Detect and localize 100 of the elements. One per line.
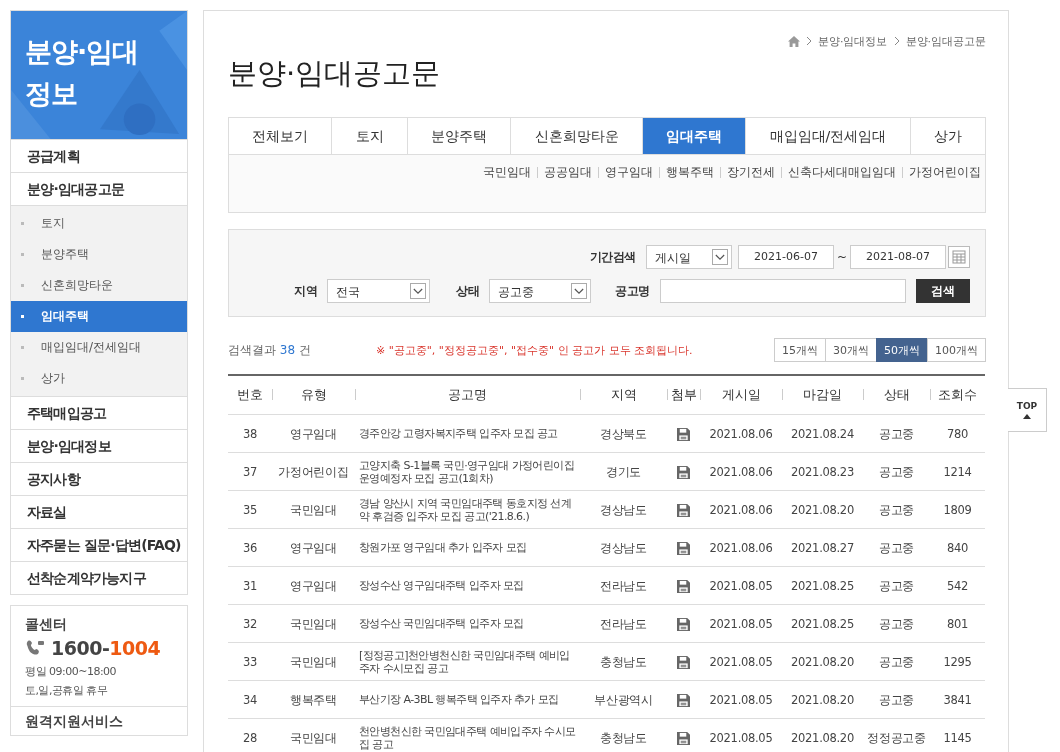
status-select[interactable]: 공고중: [489, 279, 591, 303]
period-select[interactable]: 게시일: [645, 245, 732, 269]
field-label: 상태: [456, 282, 479, 300]
remote-support-link[interactable]: 원격지원서비스: [11, 707, 187, 735]
notice-title-link[interactable]: 부산기장 A-3BL 행복주택 입주자 추가 모집: [359, 693, 578, 706]
chevron-icon: [806, 36, 812, 46]
subcategory-link[interactable]: 영구임대: [605, 164, 653, 181]
sidebar-item[interactable]: 분양·임대공고문: [10, 173, 188, 206]
column-header: 공고명: [448, 387, 487, 402]
table-cell: 가정어린이집: [278, 464, 349, 479]
subcategory-link[interactable]: 행복주택: [666, 164, 714, 181]
table-cell: 경상남도: [600, 540, 647, 555]
table-cell: 2021.08.06: [709, 464, 773, 479]
table-cell: 공고중: [878, 578, 915, 593]
table-cell: 37: [242, 464, 257, 479]
table-cell: 충청남도: [600, 730, 647, 745]
table-cell: 충청남도: [600, 654, 647, 669]
region-select[interactable]: 전국: [327, 279, 430, 303]
table-cell: 1145: [943, 730, 972, 745]
closed-text: 토,일,공휴일 휴무: [25, 683, 109, 699]
notice-title-link[interactable]: 경주안강 고령자복지주택 입주자 모집 공고: [359, 427, 578, 440]
breadcrumb-link[interactable]: 분양·임대공고문: [905, 33, 986, 49]
chevron-down-icon: [714, 253, 725, 261]
sidebar-subitem[interactable]: 상가: [11, 363, 187, 394]
sidebar-subitem[interactable]: 임대주택: [11, 301, 187, 332]
table-cell: 영구임대: [290, 426, 337, 441]
phone-number: 1600-1004: [51, 637, 161, 659]
sidebar-item[interactable]: 공급계획: [10, 140, 188, 173]
table-cell: 국민임대: [290, 654, 337, 669]
page-size-button[interactable]: 50개씩: [876, 338, 928, 362]
category-tab[interactable]: 임대주택: [641, 118, 746, 154]
table-cell: 1809: [943, 502, 972, 517]
sidebar-item[interactable]: 자주묻는 질문·답변(FAQ): [10, 529, 188, 562]
date-field[interactable]: 2021-08-07: [850, 245, 946, 269]
notice-title-link[interactable]: 장성수산 국민임대주택 입주자 모집: [359, 617, 578, 630]
field-label: 기간검색: [589, 248, 636, 266]
callcenter-title: 콜센터: [25, 616, 68, 634]
table-cell: 공고중: [878, 540, 915, 555]
notice-title-link[interactable]: 장성수산 영구임대주택 입주자 모집: [359, 579, 578, 592]
table-cell: 35: [242, 502, 257, 517]
title-search-field[interactable]: [659, 279, 906, 303]
range-separator: ~: [836, 250, 847, 264]
notice-title-link[interactable]: 고양지축 S-1블록 국민·영구임대 가정어린이집 운영예정자 모집 공고(1회차): [359, 458, 578, 485]
column-header: 상태: [883, 387, 910, 402]
table-cell: 공고중: [878, 616, 915, 631]
table-cell: 2021.08.25: [791, 578, 854, 593]
table-cell: 행복주택: [290, 692, 337, 707]
table-cell: 공고중: [878, 426, 915, 441]
subcategory-link[interactable]: 공공임대: [544, 164, 592, 181]
category-tab[interactable]: 분양주택: [406, 118, 511, 154]
sidebar-item[interactable]: 선착순계약가능지구: [10, 562, 188, 595]
home-icon[interactable]: [788, 35, 800, 47]
subcategory-link[interactable]: 국민임대: [483, 164, 531, 181]
table-cell: 경상북도: [600, 426, 647, 441]
table-cell: 2021.08.06: [709, 502, 773, 517]
breadcrumb-link[interactable]: 분양·임대정보: [818, 33, 888, 49]
table-cell: 공고중: [878, 502, 915, 517]
chevron-icon: [893, 36, 900, 46]
table-cell: 국민임대: [290, 616, 337, 631]
scroll-top-button[interactable]: TOP: [1008, 388, 1047, 432]
sidebar-item[interactable]: 주택매입공고: [10, 397, 188, 430]
subcategory-link[interactable]: 장기전세: [727, 164, 775, 181]
page-size-button[interactable]: 100개씩: [927, 338, 986, 362]
search-button[interactable]: 검색: [916, 279, 970, 303]
table-cell: 국민임대: [290, 502, 337, 517]
category-tab[interactable]: 신혼희망타운: [510, 118, 642, 154]
category-tab[interactable]: 전체보기: [229, 118, 332, 154]
sidebar-item[interactable]: 공지사항: [10, 463, 188, 496]
notice-title-link[interactable]: 경남 양산시 지역 국민임대주택 동호지정 선계약 후검증 입주자 모집 공고('21.8.6.): [359, 496, 578, 523]
table-cell: 공고중: [878, 692, 915, 707]
table-cell: 2021.08.05: [709, 692, 773, 707]
notice-title-link[interactable]: 천안병천신한 국민임대주택 예비입주자 수시모집 공고: [359, 724, 578, 751]
table-cell: 1295: [943, 654, 972, 669]
table-cell: 31: [242, 578, 257, 593]
table-cell: 2021.08.06: [709, 426, 773, 441]
date-field[interactable]: 2021-06-07: [737, 245, 834, 269]
table-cell: 공고중: [878, 464, 915, 479]
table-cell: 2021.08.05: [709, 578, 773, 593]
notice-title-link[interactable]: 창원가포 영구임대 추가 입주자 모집: [359, 541, 578, 554]
page-size-button[interactable]: 15개씩: [774, 338, 826, 362]
page-size-button[interactable]: 30개씩: [825, 338, 877, 362]
hours-text: 평일 09:00~18:00: [25, 664, 118, 680]
sidebar-subitem[interactable]: 토지: [11, 208, 187, 239]
sidebar-subitem[interactable]: 매입임대/전세임대: [11, 332, 187, 363]
table-cell: 전라남도: [600, 616, 647, 631]
subcategory-link[interactable]: 가정어린이집: [909, 164, 981, 181]
subcategory-link[interactable]: 신축다세대매입임대: [788, 164, 896, 181]
table-cell: 영구임대: [290, 540, 337, 555]
category-tab[interactable]: 토지: [331, 118, 407, 154]
table-cell: 2021.08.05: [709, 616, 773, 631]
sidebar-subitem[interactable]: 신혼희망타운: [11, 270, 187, 301]
sidebar-subitem[interactable]: 분양주택: [11, 239, 187, 270]
category-tab[interactable]: 매입임대/전세임대: [745, 118, 910, 154]
table-cell: 780: [946, 426, 969, 441]
category-tab[interactable]: 상가: [909, 118, 985, 154]
notice-title-link[interactable]: [정정공고]천안병천신한 국민임대주택 예비입주자 수시모집 공고: [359, 648, 578, 675]
sidebar-item[interactable]: 자료실: [10, 496, 188, 529]
sidebar-item[interactable]: 분양·임대정보: [10, 430, 188, 463]
column-header: 번호: [237, 387, 263, 402]
table-cell: 840: [946, 540, 969, 555]
